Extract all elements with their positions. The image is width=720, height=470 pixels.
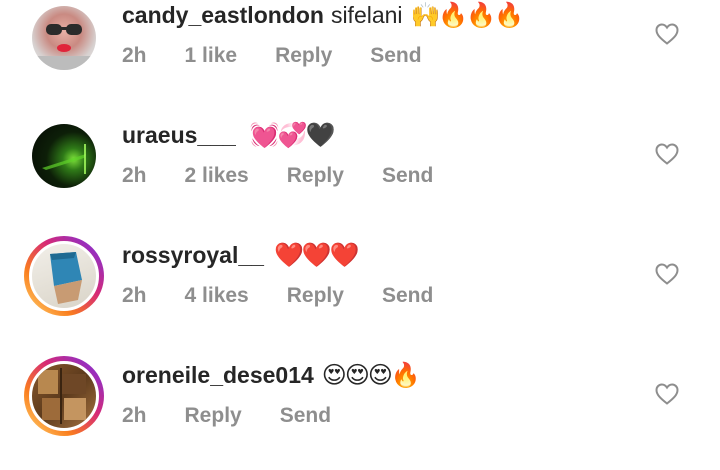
send-button[interactable]: Send (382, 284, 433, 307)
timestamp: 2h (122, 284, 147, 307)
heart-outline-icon[interactable] (655, 143, 679, 165)
comment-text-line: candy_eastlondon sifelani 🙌🔥🔥🔥 (122, 1, 525, 29)
avatar-with-story-ring[interactable] (24, 356, 104, 436)
comment-text: sifelani (330, 2, 403, 28)
comment-text-line: uraeus___ 💓💞🖤 (122, 121, 336, 149)
timestamp: 2h (122, 44, 147, 67)
send-button[interactable]: Send (370, 44, 421, 67)
comment-item: uraeus___ 💓💞🖤 2h 2 likes Reply Send (0, 120, 720, 230)
reply-button[interactable]: Reply (185, 404, 242, 427)
comment-emojis: 😍😍😍🔥 (321, 361, 421, 389)
comment-emojis: ❤️❤️❤️ (273, 241, 360, 269)
heart-outline-icon[interactable] (655, 383, 679, 405)
comment-meta: 2h 4 likes Reply Send (122, 284, 471, 308)
avatar[interactable] (24, 116, 104, 196)
comment-meta: 2h Reply Send (122, 404, 369, 428)
timestamp: 2h (122, 164, 147, 187)
likes-count[interactable]: 2 likes (185, 164, 249, 187)
comment-text-line: rossyroyal__ ❤️❤️❤️ (122, 241, 360, 269)
heart-outline-icon[interactable] (655, 263, 679, 285)
timestamp: 2h (122, 404, 147, 427)
comment-text-line: oreneile_dese014 😍😍😍🔥 (122, 361, 421, 389)
comment-meta: 2h 1 like Reply Send (122, 44, 460, 68)
likes-count[interactable]: 4 likes (185, 284, 249, 307)
send-button[interactable]: Send (280, 404, 331, 427)
username[interactable]: oreneile_dese014 (122, 362, 314, 389)
send-button[interactable]: Send (382, 164, 433, 187)
comment-item: candy_eastlondon sifelani 🙌🔥🔥🔥 2h 1 like R… (0, 0, 720, 110)
username[interactable]: candy_eastlondon (122, 2, 324, 29)
avatar[interactable] (24, 0, 104, 78)
likes-count[interactable]: 1 like (185, 44, 238, 67)
reply-button[interactable]: Reply (275, 44, 332, 67)
avatar-with-story-ring[interactable] (24, 236, 104, 316)
comment-meta: 2h 2 likes Reply Send (122, 164, 471, 188)
reply-button[interactable]: Reply (287, 284, 344, 307)
comment-emojis: 💓💞🖤 (249, 121, 336, 149)
username[interactable]: uraeus___ (122, 122, 236, 149)
reply-button[interactable]: Reply (287, 164, 344, 187)
comment-item: oreneile_dese014 😍😍😍🔥 2h Reply Send (0, 356, 720, 470)
comment-item: rossyroyal__ ❤️❤️❤️ 2h 4 likes Reply Send (0, 236, 720, 350)
heart-outline-icon[interactable] (655, 23, 679, 45)
username[interactable]: rossyroyal__ (122, 242, 264, 269)
comment-emojis: 🙌🔥🔥🔥 (410, 1, 525, 29)
